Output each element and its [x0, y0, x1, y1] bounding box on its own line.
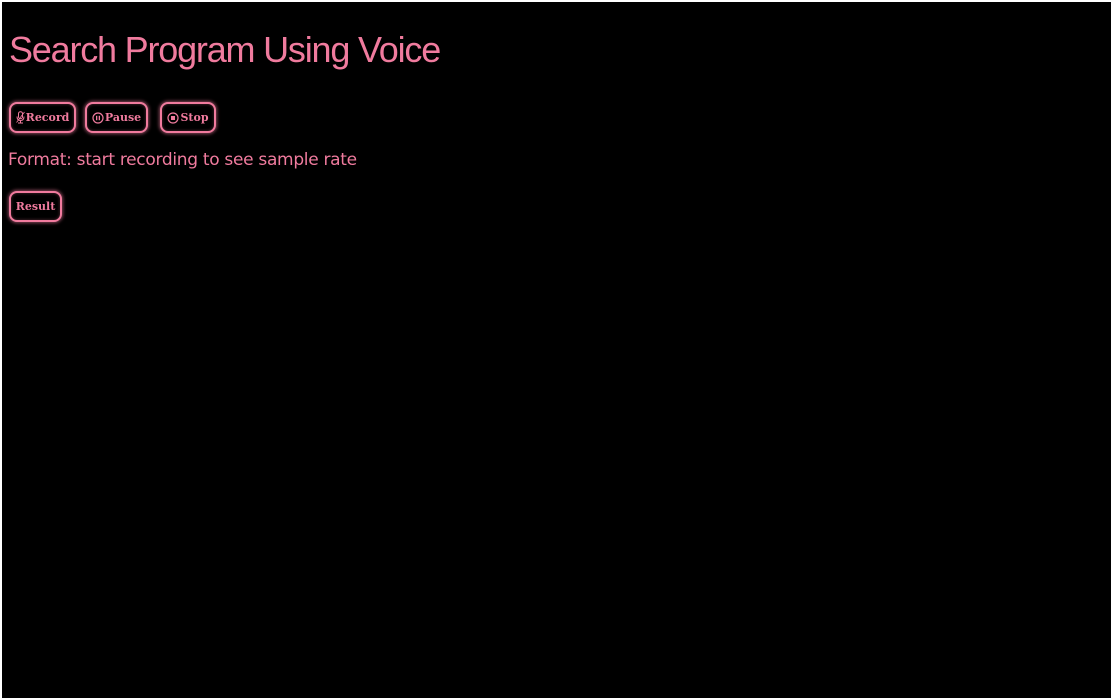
stop-button[interactable]: Stop — [160, 102, 216, 133]
record-button-label: Record — [25, 111, 70, 124]
pause-circle-icon — [92, 111, 104, 124]
result-button-label: Result — [15, 200, 56, 213]
page-title: Search Program Using Voice — [9, 29, 441, 70]
format-status-text: Format: start recording to see sample ra… — [8, 150, 357, 170]
pause-button[interactable]: Pause — [85, 102, 148, 133]
app-page: Search Program Using Voice Record Pause — [2, 2, 1111, 698]
record-button[interactable]: Record — [9, 102, 76, 133]
result-button[interactable]: Result — [9, 191, 62, 222]
stop-button-label: Stop — [180, 111, 209, 124]
microphone-icon — [15, 111, 25, 124]
stop-circle-icon — [167, 111, 180, 124]
pause-button-label: Pause — [104, 111, 142, 124]
